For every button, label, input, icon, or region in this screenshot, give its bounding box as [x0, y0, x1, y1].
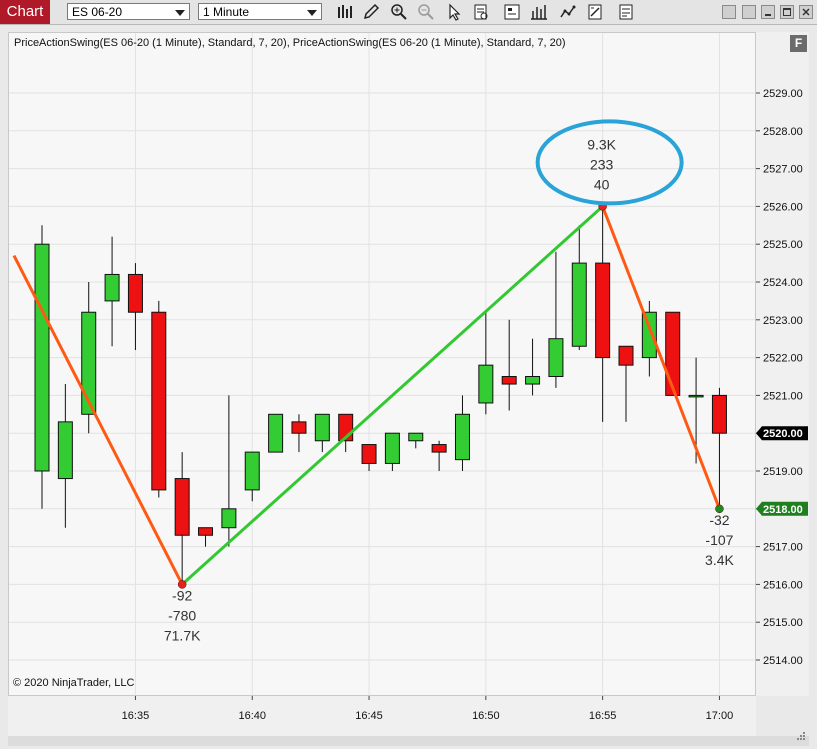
candle-up[interactable] [408, 432, 424, 442]
swing-label: 3.4K [705, 552, 734, 568]
price-tick-label: 2529.00 [763, 88, 803, 100]
candle-down[interactable] [198, 527, 214, 536]
candle-down[interactable] [595, 262, 611, 359]
candle-up[interactable] [548, 338, 564, 378]
candle-down[interactable] [127, 273, 143, 313]
candle-down[interactable] [174, 478, 190, 536]
price-tick-label: 2526.00 [763, 201, 803, 213]
candle-up[interactable] [384, 432, 400, 464]
candle-down[interactable] [151, 311, 167, 491]
price-tick-label: 2519.00 [763, 466, 803, 478]
f-badge[interactable]: F [790, 35, 807, 52]
swing-label: 71.7K [164, 627, 201, 643]
price-tick-label: 2523.00 [763, 315, 803, 327]
price-tick-label: 2517.00 [763, 542, 803, 554]
swing-label: 233 [590, 156, 614, 172]
candle-up[interactable] [454, 413, 470, 461]
price-tick-label: 2515.00 [763, 617, 803, 629]
indicator-label: PriceActionSwing(ES 06-20 (1 Minute), St… [14, 37, 566, 49]
swing-label: -107 [705, 532, 733, 548]
swing-label: -780 [168, 607, 196, 623]
price-tick-label: 2525.00 [763, 239, 803, 251]
candle-down[interactable] [431, 444, 447, 453]
candle-down[interactable] [711, 394, 727, 434]
price-marker-label: 2520.00 [763, 428, 803, 440]
time-tick-label: 16:40 [238, 710, 266, 722]
candle-down[interactable] [618, 345, 634, 366]
candle-up[interactable] [244, 451, 260, 491]
price-tick-label: 2516.00 [763, 579, 803, 591]
price-marker-label: 2518.00 [763, 504, 803, 516]
time-tick-label: 16:50 [472, 710, 500, 722]
candle-down[interactable] [361, 444, 377, 464]
time-tick-label: 16:35 [122, 710, 150, 722]
price-tick-label: 2528.00 [763, 126, 803, 138]
price-tick-label: 2522.00 [763, 353, 803, 365]
candle-up[interactable] [57, 421, 73, 480]
time-tick-label: 17:00 [706, 710, 734, 722]
candle-up[interactable] [525, 376, 541, 385]
price-tick-label: 2524.00 [763, 277, 803, 289]
candle-down[interactable] [665, 311, 681, 396]
swing-label: 40 [594, 176, 610, 192]
candle-up[interactable] [571, 262, 587, 347]
candle-up[interactable] [104, 273, 120, 302]
price-chart[interactable]: 2529.00 2528.00 2527.00 2526.00 2525.00 2524.… [0, 0, 817, 749]
copyright-text: © 2020 NinjaTrader, LLC [13, 677, 135, 689]
candle-up[interactable] [641, 311, 657, 359]
candle-up[interactable] [314, 413, 330, 442]
swing-label: 9.3K [587, 136, 616, 152]
candle-up[interactable] [268, 413, 284, 453]
price-tick-label: 2514.00 [763, 655, 803, 667]
swing-label: -32 [709, 512, 729, 528]
price-tick-label: 2521.00 [763, 390, 803, 402]
time-tick-label: 16:45 [355, 710, 383, 722]
price-tick-label: 2527.00 [763, 164, 803, 176]
candle-down[interactable] [501, 376, 517, 385]
swing-label: -92 [172, 587, 192, 603]
candle-up[interactable] [688, 394, 704, 398]
candle-up[interactable] [478, 364, 494, 404]
time-tick-label: 16:55 [589, 710, 617, 722]
candle-down[interactable] [291, 421, 307, 434]
candle-up[interactable] [221, 508, 237, 529]
candle-up[interactable] [34, 243, 50, 472]
